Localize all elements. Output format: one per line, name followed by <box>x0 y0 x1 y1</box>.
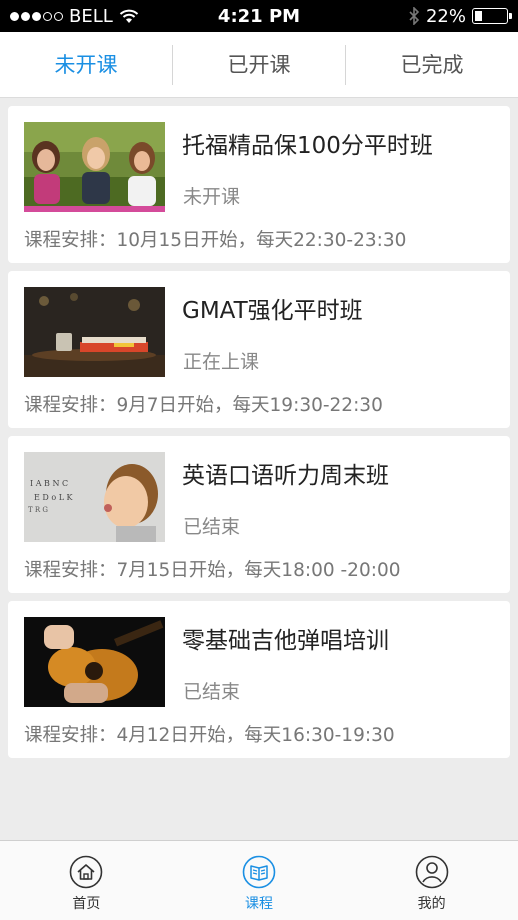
course-status: 正在上课 <box>183 351 260 373</box>
battery-fill <box>475 11 482 21</box>
course-thumbnail: I A B N C E D o L K T R G <box>24 452 165 542</box>
status-bar: BELL 4:21 PM 22% <box>0 0 518 32</box>
nav-home-label: 首页 <box>72 896 101 912</box>
tab-completed[interactable]: 已完成 <box>345 44 518 85</box>
status-right: 22% <box>408 5 512 27</box>
course-status: 已结束 <box>183 681 241 703</box>
battery-icon <box>472 8 512 24</box>
course-schedule: 课程安排：9月7日开始，每天19:30-22:30 <box>24 395 383 416</box>
course-schedule: 课程安排：7月15日开始，每天18:00 -20:00 <box>24 560 401 581</box>
course-status: 未开课 <box>183 186 241 208</box>
nav-profile-label: 我的 <box>417 896 446 912</box>
nav-courses-label: 课程 <box>245 896 273 912</box>
tab-not-started[interactable]: 未开课 <box>0 45 172 85</box>
wifi-icon <box>119 9 138 23</box>
tab-in-progress[interactable]: 已开课 <box>172 44 345 85</box>
user-icon <box>415 855 448 889</box>
course-title: GMAT强化平时班 <box>182 298 363 324</box>
book-icon <box>242 855 276 889</box>
course-schedule: 课程安排：4月12日开始，每天16:30-19:30 <box>24 725 395 746</box>
carrier-label: BELL <box>69 5 113 27</box>
bluetooth-icon <box>409 7 420 25</box>
course-card[interactable]: 零基础吉他弹唱培训 已结束 课程安排：4月12日开始，每天16:30-19:30 <box>8 601 510 758</box>
bottom-nav: 首页 课程 我的 <box>0 840 518 920</box>
nav-home[interactable]: 首页 <box>0 841 173 920</box>
course-title: 零基础吉他弹唱培训 <box>182 628 389 654</box>
nav-profile[interactable]: 我的 <box>345 841 518 920</box>
svg-text:E D o L K: E D o L K <box>34 493 74 502</box>
svg-text:T R G: T R G <box>28 506 48 514</box>
course-thumbnail <box>24 617 165 707</box>
course-tabs: 未开课 已开课 已完成 <box>0 32 518 98</box>
course-schedule: 课程安排：10月15日开始，每天22:30-23:30 <box>24 230 407 251</box>
nav-courses[interactable]: 课程 <box>173 841 346 920</box>
course-status: 已结束 <box>183 516 241 538</box>
svg-text:I A B N C: I A B N C <box>30 479 68 488</box>
signal-icon <box>10 11 63 21</box>
home-icon <box>70 855 103 889</box>
battery-percent: 22% <box>425 5 466 27</box>
course-title: 托福精品保100分平时班 <box>182 133 433 159</box>
course-card[interactable]: I A B N C E D o L K T R G 英语口语听力周末班 已结束 … <box>8 436 510 593</box>
course-card[interactable]: GMAT强化平时班 正在上课 课程安排：9月7日开始，每天19:30-22:30 <box>8 271 510 428</box>
course-thumbnail <box>24 122 165 212</box>
course-card[interactable]: 托福精品保100分平时班 未开课 课程安排：10月15日开始，每天22:30-2… <box>8 106 510 263</box>
status-left: BELL <box>10 6 139 27</box>
course-thumbnail <box>24 287 165 377</box>
course-title: 英语口语听力周末班 <box>182 463 389 489</box>
course-list: 托福精品保100分平时班 未开课 课程安排：10月15日开始，每天22:30-2… <box>8 106 510 766</box>
